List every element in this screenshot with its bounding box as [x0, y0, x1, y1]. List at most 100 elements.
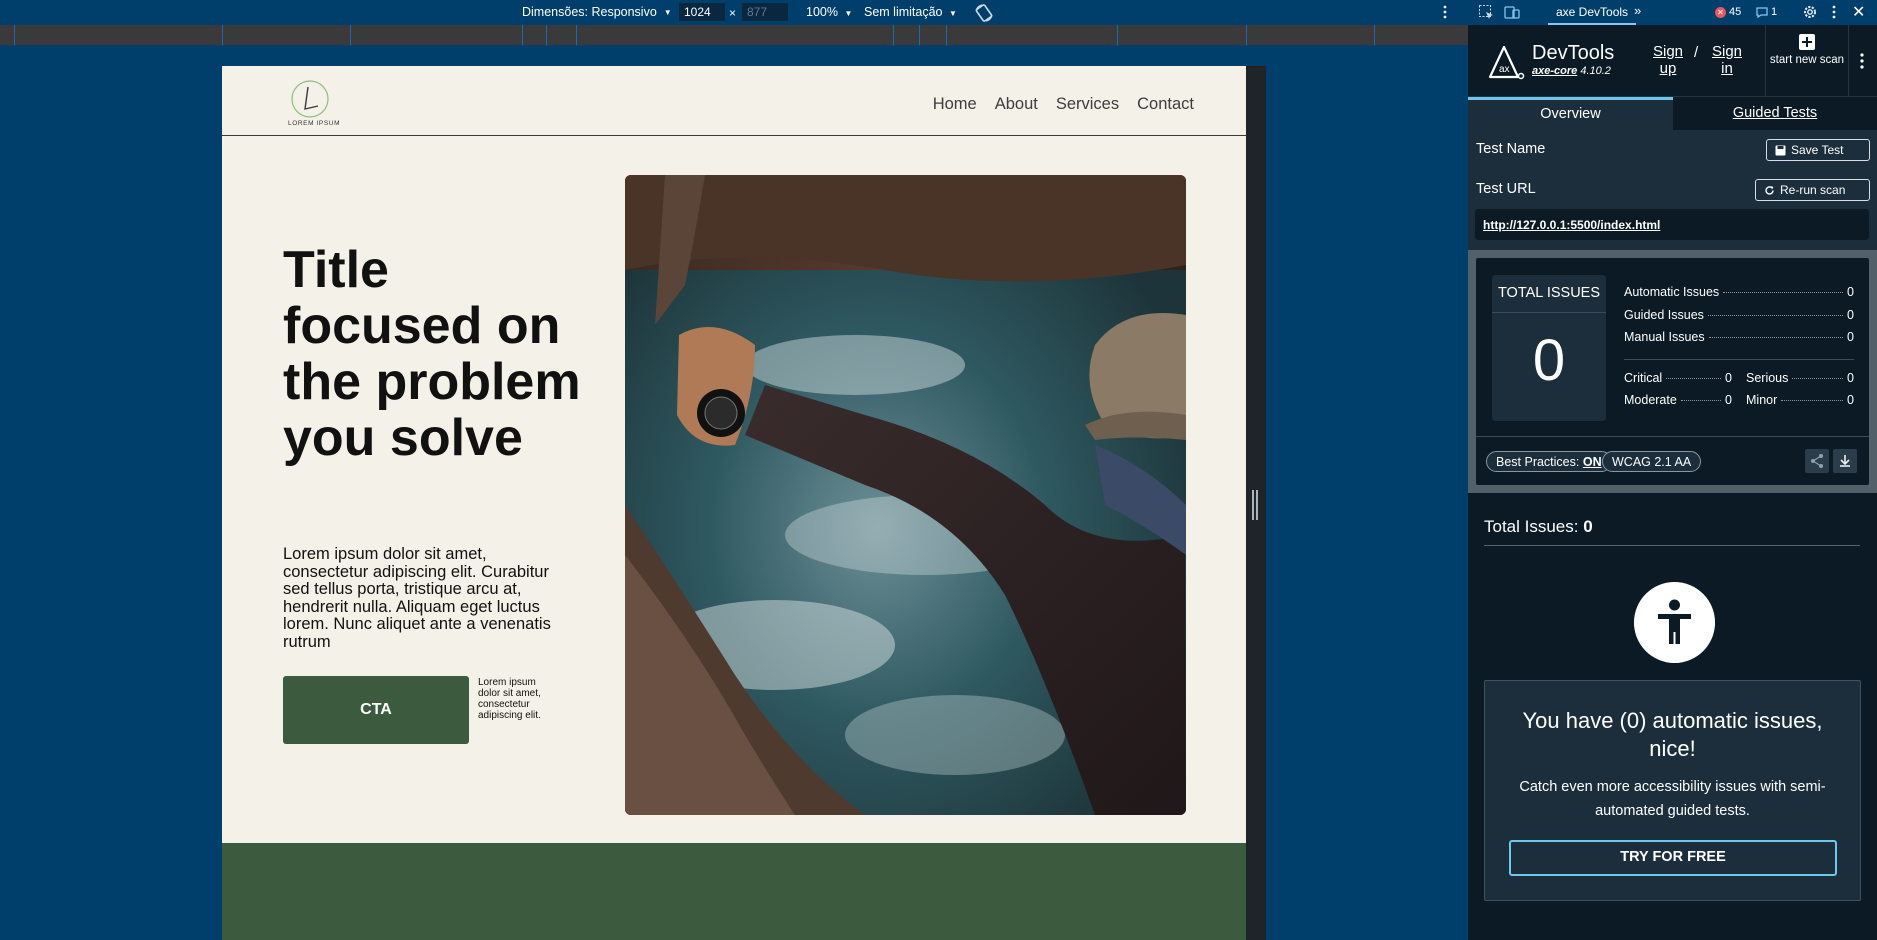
ruler-segment[interactable] [350, 25, 351, 45]
close-devtools-icon[interactable]: ✕ [1852, 2, 1865, 22]
test-info-form: Test Name Save Test Test URL Re-run scan… [1468, 130, 1877, 250]
media-query-ruler[interactable] [0, 25, 1468, 45]
manual-issues-label: Manual Issues [1624, 330, 1705, 344]
moderate-label: Moderate [1624, 393, 1677, 407]
severity-grid: Critical 0 Moderate 0 Serious 0 Minor 0 [1624, 371, 1854, 416]
save-test-label: Save Test [1791, 143, 1844, 157]
save-test-button[interactable]: Save Test [1766, 139, 1870, 161]
no-issues-card: You have (0) automatic issues, nice! Cat… [1484, 680, 1861, 901]
viewport-width-input[interactable]: 1024 [679, 3, 725, 21]
test-url-value[interactable]: http://127.0.0.1:5500/index.html [1475, 209, 1869, 240]
device-toggle-icon[interactable] [1504, 4, 1520, 20]
total-issues-caption: TOTAL ISSUES [1492, 275, 1606, 313]
ruler-segment[interactable] [919, 25, 920, 45]
wcag-level-dropdown[interactable]: WCAG 2.1 AA [1602, 451, 1702, 472]
leader-dots [1707, 314, 1844, 316]
ruler-segment[interactable] [576, 25, 577, 45]
tab-axe-devtools[interactable]: axe DevTools [1548, 0, 1637, 25]
start-new-scan-button[interactable]: start new scan [1765, 25, 1849, 97]
ruler-segment[interactable] [222, 25, 223, 45]
zoom-label: 100% [806, 5, 838, 19]
rotate-icon[interactable] [973, 2, 995, 24]
manual-issues-value: 0 [1847, 330, 1854, 344]
test-name-label: Test Name [1476, 141, 1546, 157]
critical-label: Critical [1624, 370, 1663, 385]
guided-issues-value: 0 [1847, 307, 1854, 322]
ruler-segment[interactable] [14, 25, 15, 45]
site-nav: Home About Services Contact [933, 95, 1194, 114]
ruler-segment[interactable] [1246, 25, 1247, 45]
share-button[interactable] [1805, 449, 1829, 473]
leader-dots [1666, 377, 1722, 379]
export-button[interactable] [1833, 449, 1857, 473]
throttle-dropdown[interactable]: Sem limitação ▼ [864, 5, 957, 19]
issues-summary: TOTAL ISSUES 0 Automatic Issues 0 Guided… [1476, 258, 1869, 485]
message-counter[interactable]: 1 [1756, 6, 1777, 18]
dimensions-dropdown[interactable]: Dimensões: Responsivo ▼ [522, 5, 672, 19]
automatic-issues-label: Automatic Issues [1624, 285, 1720, 299]
ruler-segment[interactable] [546, 25, 547, 45]
minor-row: Minor 0 [1746, 393, 1854, 416]
guided-issues-label: Guided Issues [1624, 307, 1704, 322]
settings-gear-icon[interactable] [1802, 4, 1818, 20]
divider [1624, 358, 1854, 360]
axe-product-name: DevTools [1532, 42, 1615, 64]
message-icon [1756, 6, 1768, 18]
resize-handle[interactable] [1252, 490, 1258, 520]
save-icon [1775, 145, 1786, 155]
nav-contact[interactable]: Contact [1137, 95, 1194, 114]
axe-menu-icon[interactable] [1860, 52, 1864, 70]
severity-column: Critical 0 Moderate 0 [1624, 371, 1732, 416]
critical-value: 0 [1725, 370, 1732, 385]
ruler-segment[interactable] [946, 25, 947, 45]
axe-core-link[interactable]: axe-core [1532, 65, 1577, 77]
tab-overview[interactable]: Overview [1468, 97, 1673, 130]
nav-services[interactable]: Services [1056, 95, 1119, 114]
sign-up-link[interactable]: Sign up [1652, 43, 1684, 77]
ruler-segment[interactable] [1374, 25, 1375, 45]
leader-dots [1781, 400, 1844, 401]
axe-version: 4.10.2 [1580, 65, 1611, 77]
serious-value: 0 [1847, 370, 1854, 385]
leader-dots [1723, 292, 1844, 293]
error-counter[interactable]: ✕ 45 [1715, 6, 1741, 18]
inspect-element-icon[interactable] [1478, 4, 1494, 20]
rerun-scan-label: Re-run scan [1780, 183, 1846, 197]
summary-wrapper: TOTAL ISSUES 0 Automatic Issues 0 Guided… [1468, 250, 1877, 493]
hero-photo [625, 175, 1186, 815]
axe-header: ax DevTools axe-core 4.10.2 Sign up / Si… [1468, 25, 1877, 97]
tab-guided-tests[interactable]: Guided Tests [1673, 97, 1877, 130]
axe-core-version: axe-core 4.10.2 [1532, 65, 1611, 77]
ruler-segment[interactable] [522, 25, 523, 45]
try-for-free-button[interactable]: TRY FOR FREE [1509, 840, 1837, 876]
leader-dots [1792, 377, 1844, 379]
hero-text: Lorem ipsum dolor sit amet, consectetur … [283, 545, 551, 651]
severity-column: Serious 0 Minor 0 [1746, 371, 1854, 416]
sign-in-link[interactable]: Sign in [1710, 43, 1744, 77]
axe-logo: ax [1488, 45, 1525, 80]
add-scan-icon [1799, 34, 1815, 50]
nav-about[interactable]: About [995, 95, 1038, 114]
no-issues-text: Catch even more accessibility issues wit… [1519, 779, 1826, 819]
cta-button[interactable]: CTA [283, 676, 469, 744]
best-practices-toggle[interactable]: Best Practices: ON [1486, 451, 1612, 472]
cta-note: Lorem ipsum dolor sit amet, consectetur … [478, 677, 541, 721]
rerun-scan-button[interactable]: Re-run scan [1755, 179, 1870, 201]
leader-dots [1708, 337, 1844, 338]
ruler-segment[interactable] [1117, 25, 1118, 45]
devtools-tabbar: axe DevTools » ✕ 45 1 ✕ [1468, 0, 1877, 25]
logo-text: LOREM IPSUM [288, 120, 341, 127]
more-options-icon[interactable] [1440, 4, 1450, 20]
moderate-value: 0 [1725, 393, 1732, 407]
viewport-height-input[interactable]: 877 [742, 3, 788, 21]
total-issues-heading: Total Issues: 0 [1484, 517, 1860, 546]
ruler-segment[interactable] [893, 25, 894, 45]
caret-down-icon: ▼ [844, 9, 853, 18]
dimensions-label: Dimensões: Responsivo [522, 5, 657, 19]
devtools-menu-icon[interactable] [1830, 4, 1838, 20]
nav-home[interactable]: Home [933, 95, 977, 114]
throttle-label: Sem limitação [864, 5, 943, 19]
page-viewport: LOREM IPSUM Home About Services Contact … [222, 66, 1246, 940]
zoom-dropdown[interactable]: 100% ▼ [806, 5, 852, 19]
more-tabs-icon[interactable]: » [1634, 3, 1641, 18]
